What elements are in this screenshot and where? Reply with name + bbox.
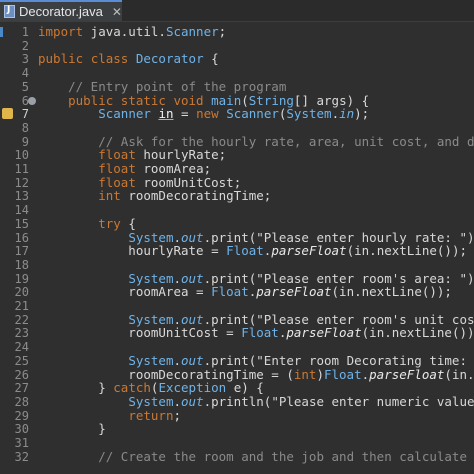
line-number: 21 (14, 299, 29, 313)
code-editor[interactable]: 1 import java.util.Scanner; 2 3 public class… (0, 22, 474, 474)
line-number: 9 (21, 134, 29, 149)
line-number: 11 (14, 162, 29, 176)
line-code: import java.util.Scanner; (38, 24, 227, 39)
line-number: 30 (14, 422, 29, 437)
java-file-icon (4, 5, 15, 18)
line-number: 8 (21, 120, 29, 135)
fold-marker-icon[interactable] (0, 27, 3, 37)
code-line[interactable]: 23 roomUnitCost = Float.parseFloat(in.ne… (0, 325, 474, 341)
line-number: 24 (14, 340, 29, 355)
line-code: Scanner in = new Scanner(System.in); (98, 106, 370, 122)
code-line[interactable]: 32 // Create the room and the job and th… (0, 448, 474, 464)
line-number: 28 (14, 394, 29, 409)
line-number: 18 (14, 257, 29, 272)
line-number: 23 (14, 326, 29, 341)
line-code: } (38, 421, 106, 437)
line-number: 17 (14, 244, 29, 259)
line-number: 4 (21, 66, 29, 81)
line-number: 16 (14, 230, 29, 245)
tab-decorator-java[interactable]: Decorator.java ✕ (0, 0, 122, 21)
close-icon[interactable]: ✕ (112, 5, 122, 19)
code-line[interactable]: 13 int roomDecoratingTime; (0, 188, 474, 204)
tab-label: Decorator.java (19, 4, 103, 19)
code-line[interactable]: 17 hourlyRate = Float.parseFloat(in.next… (0, 243, 474, 259)
warning-icon[interactable] (2, 108, 13, 120)
line-number: 20 (14, 285, 29, 300)
line-code: // Create the room and the job and then … (98, 448, 467, 464)
line-code: try { (98, 215, 136, 231)
line-number: 32 (14, 449, 29, 464)
line-number: 25 (14, 353, 29, 368)
code-line[interactable]: 3 public class Decorator { (0, 51, 474, 67)
line-number: 31 (14, 436, 29, 450)
code-line[interactable]: 28 System.out.println("Please enter nume… (0, 393, 474, 409)
line-code: public class Decorator { (38, 51, 219, 67)
line-number: 5 (21, 79, 29, 94)
line-number: 10 (14, 148, 29, 163)
line-code: roomUnitCost = Float.parseFloat(in.nextL… (38, 325, 474, 341)
line-number: 2 (21, 38, 29, 53)
code-line[interactable]: 20 roomArea = Float.parseFloat(in.nextLi… (0, 284, 474, 300)
line-number: 3 (21, 52, 29, 67)
line-code: System.out.println("Please enter numeric… (128, 393, 474, 409)
line-number: 22 (14, 312, 29, 327)
code-line[interactable]: 30 } (0, 421, 474, 437)
line-number: 29 (14, 408, 29, 423)
line-number: 26 (14, 367, 29, 382)
line-number: 12 (14, 175, 29, 190)
code-line[interactable]: 7 Scanner in = new Scanner(System.in); (0, 107, 474, 121)
line-number: 13 (14, 189, 29, 204)
line-number: 15 (14, 216, 29, 231)
code-line[interactable]: 14 (0, 203, 474, 217)
method-marker-icon[interactable] (28, 96, 36, 105)
line-code: int roomDecoratingTime; (98, 188, 272, 204)
code-line[interactable]: 1 import java.util.Scanner; (0, 25, 474, 39)
line-number: 19 (14, 271, 29, 286)
line-code: hourlyRate = Float.parseFloat(in.nextLin… (38, 243, 468, 259)
line-number: 6 (21, 93, 29, 108)
line-number: 14 (14, 203, 29, 218)
editor-tab-bar: Decorator.java ✕ (0, 0, 474, 22)
code-line[interactable]: 11 float roomArea; (0, 162, 474, 177)
line-code: roomArea = Float.parseFloat(in.nextLine(… (38, 284, 452, 300)
line-number: 1 (21, 25, 29, 39)
line-number: 27 (14, 381, 29, 396)
